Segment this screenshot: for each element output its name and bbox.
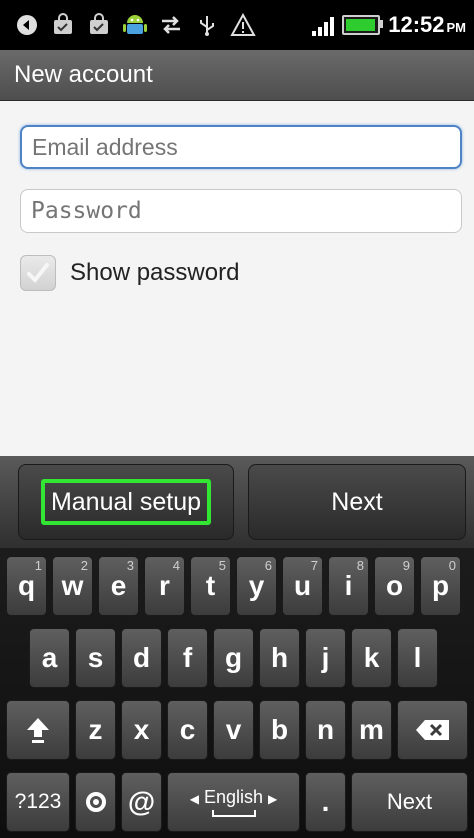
language-prev-icon: ◀ <box>189 792 199 806</box>
key-r-label: r <box>159 570 170 601</box>
warning-icon <box>228 10 258 40</box>
key-n[interactable]: n <box>305 700 346 760</box>
key-q[interactable]: q1 <box>6 556 47 616</box>
shopping-bag-icon <box>48 10 78 40</box>
key-t-num: 5 <box>218 558 226 573</box>
key-u-label: u <box>293 570 312 601</box>
usb-icon <box>192 10 222 40</box>
key-a[interactable]: a <box>29 628 70 688</box>
key-t-label: t <box>205 570 216 601</box>
show-password-label: Show password <box>70 259 240 286</box>
language-name: English <box>203 787 264 807</box>
key-f[interactable]: f <box>167 628 208 688</box>
key-s[interactable]: s <box>75 628 116 688</box>
key-m[interactable]: m <box>351 700 392 760</box>
manual-setup-label: Manual setup <box>40 479 212 525</box>
account-form: Show password <box>0 101 474 456</box>
key-h[interactable]: h <box>259 628 300 688</box>
space-icon <box>211 810 256 817</box>
key-y-num: 6 <box>264 558 272 573</box>
symbols-key[interactable]: ?123 <box>6 772 70 832</box>
key-o-num: 9 <box>402 558 410 573</box>
key-b[interactable]: b <box>259 700 300 760</box>
key-i-label: i <box>344 570 353 601</box>
show-password-row[interactable]: Show password <box>20 253 239 293</box>
shift-key[interactable] <box>6 700 70 760</box>
language-label: ◀ English ▶ <box>190 787 278 808</box>
key-q-label: q <box>17 570 36 601</box>
key-p-num: 0 <box>448 558 456 573</box>
shift-icon <box>27 718 49 743</box>
back-arrow-icon <box>12 10 42 40</box>
key-o[interactable]: o9 <box>374 556 415 616</box>
key-c[interactable]: c <box>167 700 208 760</box>
key-g[interactable]: g <box>213 628 254 688</box>
next-label: Next <box>331 487 383 516</box>
key-e[interactable]: e3 <box>98 556 139 616</box>
enter-next-key[interactable]: Next <box>351 772 468 832</box>
clock-time: 12:52 <box>388 12 445 37</box>
voice-icon <box>85 792 106 812</box>
clock: 12:52 PM <box>388 12 466 38</box>
space-key[interactable]: ◀ English ▶ <box>167 772 300 832</box>
status-bar: 12:52 PM <box>0 0 474 50</box>
key-r[interactable]: r4 <box>144 556 185 616</box>
password-field[interactable] <box>20 189 462 233</box>
key-j[interactable]: j <box>305 628 346 688</box>
show-password-checkbox[interactable] <box>20 255 56 291</box>
key-v[interactable]: v <box>213 700 254 760</box>
key-w[interactable]: w2 <box>52 556 93 616</box>
period-key[interactable]: . <box>305 772 346 832</box>
key-p[interactable]: p0 <box>420 556 461 616</box>
key-x[interactable]: x <box>121 700 162 760</box>
language-next-icon: ▶ <box>268 792 278 806</box>
key-z[interactable]: z <box>75 700 116 760</box>
key-l[interactable]: l <box>397 628 438 688</box>
key-w-num: 2 <box>80 558 88 573</box>
backspace-icon <box>415 720 449 740</box>
android-icon <box>120 10 150 40</box>
at-key[interactable]: @ <box>121 772 162 832</box>
voice-input-key[interactable] <box>75 772 116 832</box>
shopping-bag-icon <box>84 10 114 40</box>
key-d[interactable]: d <box>121 628 162 688</box>
battery-icon <box>342 15 384 35</box>
signal-icon <box>312 14 335 36</box>
keyboard: q1 w2 e3 r4 t5 y6 u7 i8 o9 p0 a s d f g … <box>0 548 474 838</box>
email-field[interactable] <box>20 125 462 169</box>
sync-icon <box>156 10 186 40</box>
key-p-label: p <box>431 570 450 601</box>
key-w-label: w <box>61 570 84 601</box>
key-r-num: 4 <box>172 558 180 573</box>
key-i[interactable]: i8 <box>328 556 369 616</box>
key-i-num: 8 <box>356 558 364 573</box>
key-u-num: 7 <box>310 558 318 573</box>
button-strip: Manual setup Next <box>0 456 474 548</box>
next-button[interactable]: Next <box>248 464 466 540</box>
notification-icons <box>0 10 258 40</box>
clock-ampm: PM <box>446 20 467 35</box>
key-u[interactable]: u7 <box>282 556 323 616</box>
key-k[interactable]: k <box>351 628 392 688</box>
backspace-key[interactable] <box>397 700 468 760</box>
key-y-label: y <box>248 570 265 601</box>
page-title: New account <box>14 61 153 88</box>
key-o-label: o <box>385 570 404 601</box>
key-e-num: 3 <box>126 558 134 573</box>
key-t[interactable]: t5 <box>190 556 231 616</box>
manual-setup-button[interactable]: Manual setup <box>18 464 234 540</box>
key-e-label: e <box>110 570 127 601</box>
key-q-num: 1 <box>34 558 42 573</box>
title-bar: New account <box>0 50 474 101</box>
key-y[interactable]: y6 <box>236 556 277 616</box>
